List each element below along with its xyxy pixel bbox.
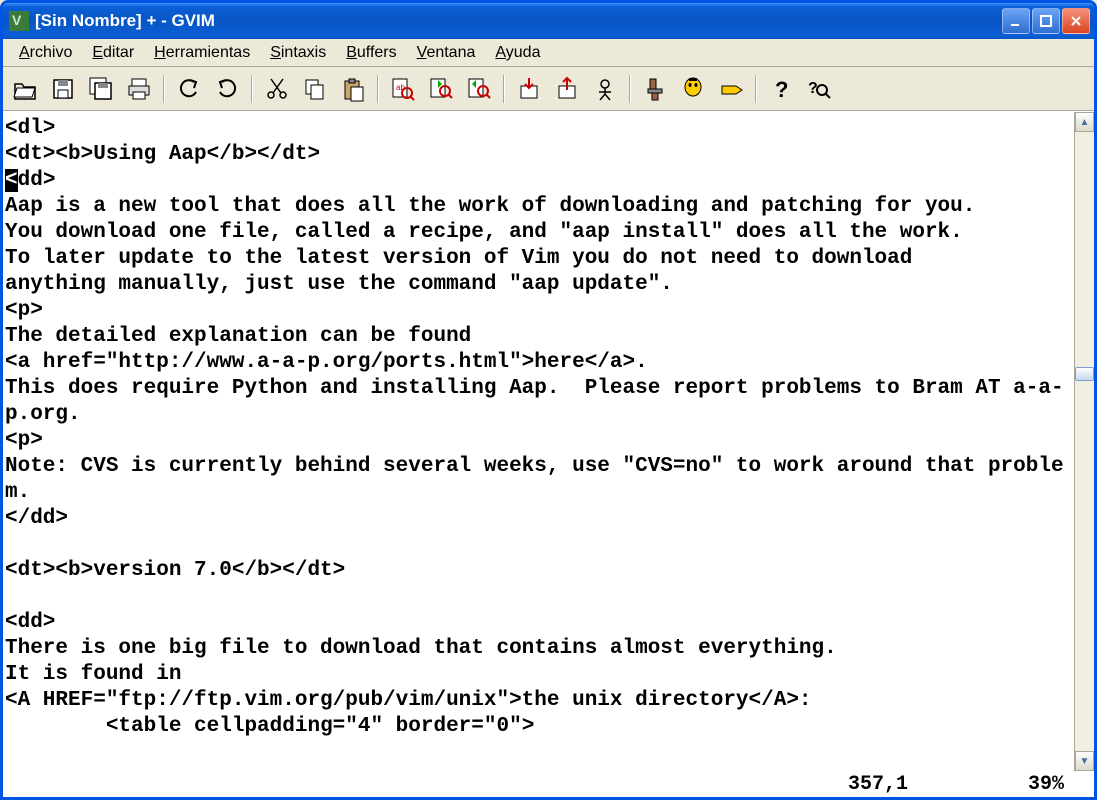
close-button[interactable] [1062,8,1090,34]
editor-line [5,532,1074,558]
titlebar[interactable]: [Sin Nombre] + - GVIM [3,3,1094,39]
undo-icon[interactable] [173,73,205,105]
find-next-icon[interactable] [425,73,457,105]
editor-line: <p> [5,428,1074,454]
scroll-up-button[interactable]: ▲ [1075,112,1094,132]
svg-text:?: ? [775,77,788,102]
menu-herramientas[interactable]: Herramientas [144,41,260,65]
editor-line: <p> [5,298,1074,324]
run-script-icon[interactable] [589,73,621,105]
scroll-percent: 39% [1028,773,1064,796]
cut-icon[interactable] [261,73,293,105]
minimize-button[interactable] [1002,8,1030,34]
menu-editar[interactable]: Editar [82,41,144,65]
editor-line: <dd> [5,168,1074,194]
editor-line: You download one file, called a recipe, … [5,220,1074,246]
text-cursor: < [5,169,18,192]
make-icon[interactable] [639,73,671,105]
window-title: [Sin Nombre] + - GVIM [35,11,1002,31]
editor-line: <dl> [5,116,1074,142]
window-controls [1002,8,1090,34]
help-icon[interactable]: ? [765,73,797,105]
load-session-icon[interactable] [513,73,545,105]
shell-icon[interactable] [677,73,709,105]
menu-buffers[interactable]: Buffers [336,41,406,65]
editor-line: anything manually, just use the command … [5,272,1074,298]
editor-line: <table cellpadding="4" border="0"> [5,714,1074,740]
save-session-icon[interactable] [551,73,583,105]
paste-icon[interactable] [337,73,369,105]
tags-icon[interactable] [715,73,747,105]
editor-area: <dl><dt><b>Using Aap</b></dt><dd>Aap is … [3,111,1094,771]
svg-text:ab: ab [396,83,405,92]
editor-line: There is one big file to download that c… [5,636,1074,662]
editor-line: To later update to the latest version of… [5,246,1074,272]
statusbar: 357,1 39% [3,771,1094,797]
toolbar-separator [377,75,379,103]
gvim-window: [Sin Nombre] + - GVIM Archivo Editar Her… [0,0,1097,800]
editor-line: <dt><b>version 7.0</b></dt> [5,558,1074,584]
cursor-position: 357,1 [848,773,908,796]
vertical-scrollbar[interactable]: ▲ ▼ [1074,112,1094,771]
find-replace-icon[interactable]: ab [387,73,419,105]
open-icon[interactable] [9,73,41,105]
menu-sintaxis[interactable]: Sintaxis [260,41,336,65]
toolbar: ab?? [3,67,1094,111]
menu-archivo[interactable]: Archivo [9,41,82,65]
editor-line: Note: CVS is currently behind several we… [5,454,1074,506]
scroll-thumb[interactable] [1075,367,1094,381]
find-prev-icon[interactable] [463,73,495,105]
editor-line: <a href="http://www.a-a-p.org/ports.html… [5,350,1074,376]
editor-line: The detailed explanation can be found [5,324,1074,350]
editor-line: <A HREF="ftp://ftp.vim.org/pub/vim/unix"… [5,688,1074,714]
scroll-track[interactable] [1075,132,1094,751]
gvim-app-icon [9,11,29,31]
scroll-down-button[interactable]: ▼ [1075,751,1094,771]
maximize-button[interactable] [1032,8,1060,34]
print-icon[interactable] [123,73,155,105]
text-editor[interactable]: <dl><dt><b>Using Aap</b></dt><dd>Aap is … [3,112,1074,771]
toolbar-separator [163,75,165,103]
editor-line: It is found in [5,662,1074,688]
toolbar-separator [503,75,505,103]
toolbar-separator [251,75,253,103]
redo-icon[interactable] [211,73,243,105]
editor-line: <dd> [5,610,1074,636]
editor-line: <dt><b>Using Aap</b></dt> [5,142,1074,168]
menu-ventana[interactable]: Ventana [407,41,486,65]
menu-ayuda[interactable]: Ayuda [485,41,550,65]
menubar: Archivo Editar Herramientas Sintaxis Buf… [3,39,1094,67]
find-help-icon[interactable]: ? [803,73,835,105]
editor-line: This does require Python and installing … [5,376,1074,428]
toolbar-separator [629,75,631,103]
toolbar-separator [755,75,757,103]
save-all-icon[interactable] [85,73,117,105]
copy-icon[interactable] [299,73,331,105]
editor-line: Aap is a new tool that does all the work… [5,194,1074,220]
editor-line [5,584,1074,610]
editor-line: </dd> [5,506,1074,532]
save-icon[interactable] [47,73,79,105]
